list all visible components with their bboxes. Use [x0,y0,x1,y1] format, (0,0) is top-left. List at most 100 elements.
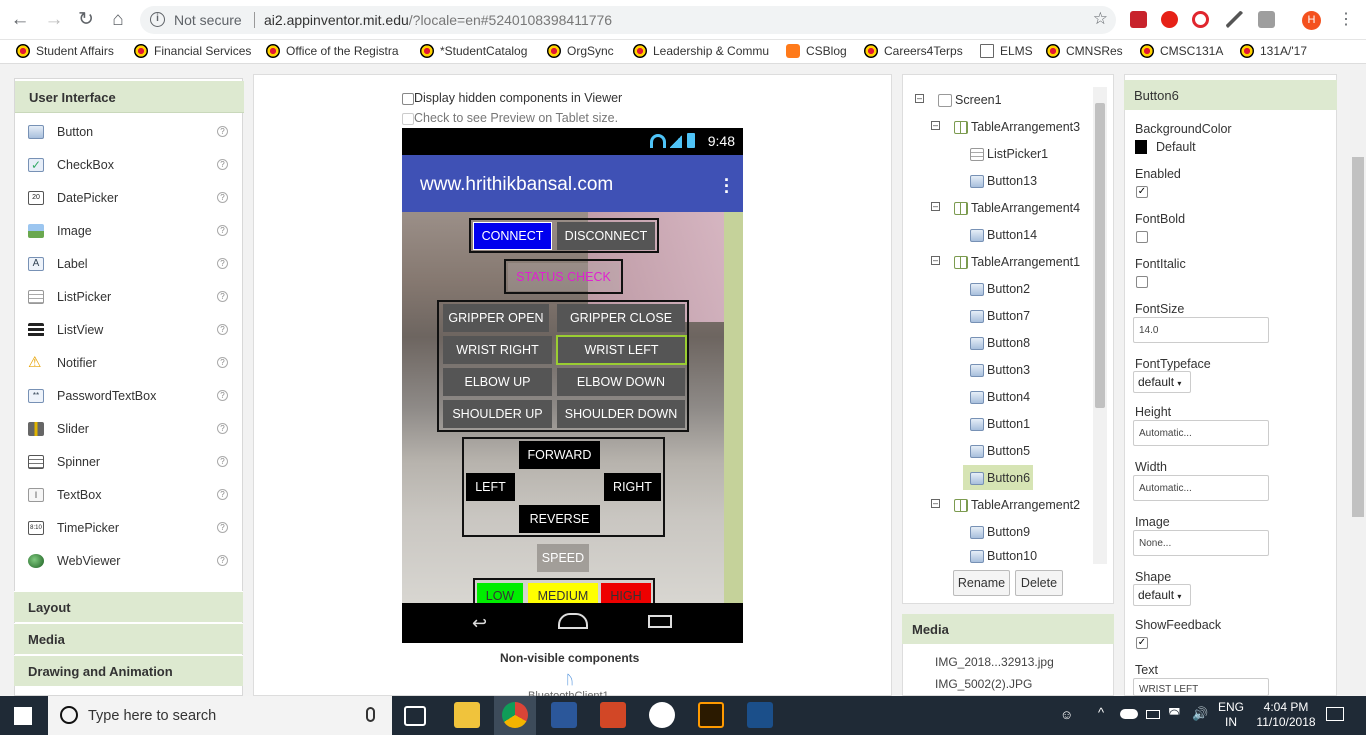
checkbox[interactable] [402,112,414,125]
wrist-left-button[interactable]: WRIST LEFT [556,335,687,365]
bookmark-item[interactable]: Careers4Terps [864,44,963,58]
battery-tray-icon[interactable] [1146,710,1160,719]
overflow-menu-icon[interactable]: ... [724,166,729,196]
help-icon[interactable]: ? [217,456,228,467]
people-icon[interactable]: ☺ [1060,707,1073,722]
help-icon[interactable]: ? [217,522,228,533]
tree-scrollbar-thumb[interactable] [1095,103,1105,408]
bluetooth-icon[interactable]: ᚢ [566,672,574,687]
help-icon[interactable]: ? [217,192,228,203]
extension-icon[interactable] [1161,11,1178,28]
palette-item-image[interactable]: Image? [15,215,243,248]
help-icon[interactable]: ? [217,258,228,269]
elbow-down-button[interactable]: ELBOW DOWN [557,368,685,396]
disconnect-button[interactable]: DISCONNECT [557,222,655,250]
medium-button[interactable]: MEDIUM [528,583,598,603]
fontbold-checkbox[interactable] [1136,231,1148,243]
address-bar[interactable]: i Not secure ai2.appinventor.mit.edu/?lo… [140,6,1116,34]
palette-item-listview[interactable]: ListView? [15,314,243,347]
status-check-button[interactable]: STATUS CHECK [508,263,619,291]
wrist-right-button[interactable]: WRIST RIGHT [443,336,552,364]
home-icon[interactable]: ⌂ [106,8,130,32]
url-text[interactable]: ai2.appinventor.mit.edu/?locale=en#52401… [264,12,612,28]
media-file[interactable]: IMG_5002(2).JPG [935,677,1032,691]
left-button[interactable]: LEFT [466,473,515,501]
help-icon[interactable]: ? [217,126,228,137]
bookmark-item[interactable]: Financial Services [134,44,251,58]
help-icon[interactable]: ? [217,390,228,401]
tree-node-button2[interactable]: Button2 [970,278,1030,300]
taskbar-search-box[interactable]: Type here to search [48,696,392,735]
tree-node-button5[interactable]: Button5 [970,440,1030,462]
language-indicator[interactable]: ENG IN [1218,700,1244,730]
tree-node-button13[interactable]: Button13 [970,170,1037,192]
help-icon[interactable]: ? [217,489,228,500]
file-explorer-icon[interactable] [454,702,480,728]
elbow-up-button[interactable]: ELBOW UP [443,368,552,396]
palette-item-datepicker[interactable]: 20 DatePicker? [15,182,243,215]
tree-node-button10[interactable]: Button10 [970,548,1037,564]
tree-node-button9[interactable]: Button9 [970,521,1030,543]
media-file[interactable]: IMG_2018...32913.jpg [935,655,1054,669]
wifi-tray-icon[interactable]: ◚ [1168,706,1181,722]
height-input[interactable]: Automatic... [1133,420,1269,446]
checkbox[interactable] [402,92,414,105]
tree-node-tablearrangement1[interactable]: TableArrangement1 [954,251,1080,273]
palette-item-passwordtextbox[interactable]: ** PasswordTextBox? [15,380,243,413]
collapse-toggle[interactable]: – [931,499,940,508]
tree-node-tablearrangement4[interactable]: TableArrangement4 [954,197,1080,219]
palette-category-media[interactable]: Media [14,623,243,654]
color-swatch[interactable] [1135,140,1147,154]
word-icon[interactable] [551,702,577,728]
back-icon[interactable]: ← [8,8,32,32]
enabled-checkbox[interactable]: ✓ [1136,186,1148,198]
palette-item-slider[interactable]: Slider? [15,413,243,446]
page-scrollbar-thumb[interactable] [1352,157,1364,517]
home-nav-icon[interactable] [558,613,588,629]
palette-item-button[interactable]: Button? [15,116,243,149]
right-button[interactable]: RIGHT [604,473,661,501]
forward-button[interactable]: FORWARD [519,441,600,469]
width-input[interactable]: Automatic... [1133,475,1269,501]
collapse-toggle[interactable]: – [931,256,940,265]
tray-chevron-icon[interactable]: ^ [1098,705,1104,720]
help-icon[interactable]: ? [217,159,228,170]
display-hidden-checkbox[interactable]: Display hidden components in Viewer [402,91,622,105]
bookmark-item[interactable]: CMSC131A [1140,44,1223,58]
high-button[interactable]: HIGH [601,583,651,603]
tree-node-button14[interactable]: Button14 [970,224,1037,246]
collapse-toggle[interactable]: – [915,94,924,103]
help-icon[interactable]: ? [217,555,228,566]
palette-item-spinner[interactable]: Spinner? [15,446,243,479]
recents-nav-icon[interactable] [648,615,672,628]
taskbar-clock[interactable]: 4:04 PM 11/10/2018 [1254,700,1318,730]
text-input[interactable]: WRIST LEFT [1133,678,1269,696]
shape-dropdown[interactable]: default ▾ [1133,584,1191,606]
app-icon[interactable] [649,702,675,728]
info-icon[interactable]: i [150,12,165,27]
task-view-icon[interactable] [404,706,426,726]
bookmark-item[interactable]: Leadership & Commu [633,44,769,58]
tree-node-listpicker1[interactable]: ListPicker1 [970,143,1048,165]
amazon-music-icon[interactable] [747,702,773,728]
delete-button[interactable]: Delete [1015,570,1063,596]
palette-item-notifier[interactable]: ⚠ Notifier? [15,347,243,380]
help-icon[interactable]: ? [217,225,228,236]
reload-icon[interactable]: ↻ [74,8,98,32]
bookmark-item[interactable]: CMNSRes [1046,44,1123,58]
chrome-icon[interactable] [502,702,528,728]
typeface-dropdown[interactable]: default ▾ [1133,371,1191,393]
menu-icon[interactable]: ⋮ [1334,8,1358,32]
microphone-icon[interactable] [366,707,375,722]
onedrive-icon[interactable] [1120,709,1138,719]
tree-node-button4[interactable]: Button4 [970,386,1030,408]
extension-icon[interactable] [1130,11,1147,28]
connect-button[interactable]: CONNECT [473,222,552,250]
showfeedback-checkbox[interactable]: ✓ [1136,637,1148,649]
windows-start-icon[interactable] [14,707,32,725]
image-input[interactable]: None... [1133,530,1269,556]
reverse-button[interactable]: REVERSE [519,505,600,533]
palette-header-user-interface[interactable]: User Interface [15,81,244,113]
illustrator-icon[interactable] [698,702,724,728]
collapse-toggle[interactable]: – [931,121,940,130]
